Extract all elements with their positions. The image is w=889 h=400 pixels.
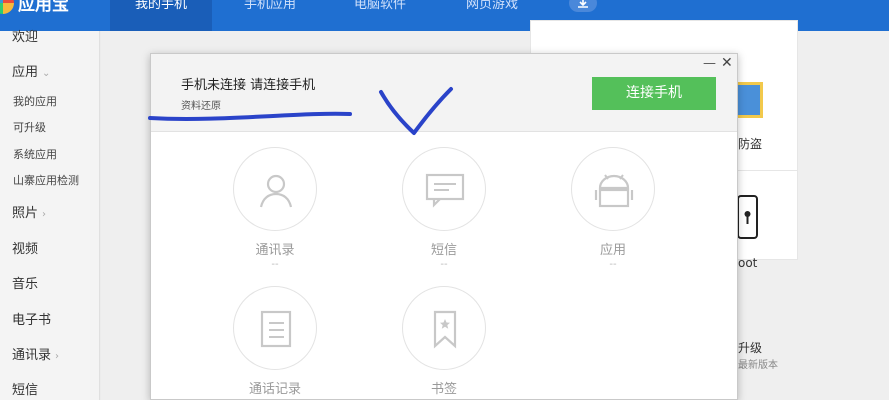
feature-circle <box>233 147 317 231</box>
connect-phone-dialog: 手机未连接 请连接手机 资料还原 连接手机 — ✕ 通讯录 -- 短信 -- 应… <box>150 53 738 400</box>
feature-circle <box>402 147 486 231</box>
feature-count: -- <box>271 259 279 270</box>
chevron-right-icon: › <box>55 351 60 362</box>
connect-phone-button[interactable]: 连接手机 <box>592 77 716 110</box>
sidebar-item-fake-app-check[interactable]: 山寨应用检测 <box>13 172 79 188</box>
chevron-down-icon: ⌄ <box>42 68 51 79</box>
card-divider <box>738 170 798 171</box>
android-icon <box>594 174 634 208</box>
sidebar-item-label: 欢迎 <box>12 30 39 45</box>
feature-count: -- <box>609 259 617 270</box>
tab-pc-software[interactable]: 电脑软件 <box>340 0 420 31</box>
contact-icon <box>259 174 293 208</box>
latest-version-label: 最新版本 <box>738 360 778 371</box>
tab-phone-apps[interactable]: 手机应用 <box>230 0 310 31</box>
download-button[interactable] <box>569 0 597 12</box>
root-app-icon[interactable] <box>737 195 758 239</box>
sidebar-item-label: 短信 <box>12 383 39 398</box>
sidebar: 欢迎 应用 ⌄ 我的应用 可升级 系统应用 山寨应用检测 照片 › 视频 音乐 电子… <box>0 30 100 400</box>
sidebar-item-sms[interactable]: 短信 <box>12 379 38 398</box>
bookmark-icon <box>433 310 457 349</box>
call-log-icon <box>260 310 292 348</box>
sidebar-item-system-apps[interactable]: 系统应用 <box>13 146 57 162</box>
message-icon <box>425 173 465 208</box>
feature-label: 通讯录 <box>255 243 295 258</box>
feature-circle <box>571 147 655 231</box>
sidebar-item-label: 通讯录 <box>12 348 52 363</box>
feature-circle <box>233 286 317 370</box>
sidebar-item-label: 视频 <box>12 242 39 257</box>
feature-contacts[interactable]: 通讯录 -- <box>225 147 325 270</box>
dialog-header: 手机未连接 请连接手机 资料还原 连接手机 — ✕ <box>151 54 737 132</box>
sidebar-item-label: 音乐 <box>12 277 39 292</box>
upgrade-label: 升级 <box>738 341 763 355</box>
feature-apps[interactable]: 应用 -- <box>563 147 663 270</box>
sidebar-item-my-apps[interactable]: 我的应用 <box>13 93 57 109</box>
feature-bookmarks[interactable]: 书签 <box>394 286 494 397</box>
download-icon <box>578 0 588 8</box>
sidebar-item-photos[interactable]: 照片 › <box>12 202 46 221</box>
sidebar-item-upgradable[interactable]: 可升级 <box>13 119 46 135</box>
feature-label: 应用 <box>599 243 626 258</box>
antitheft-label: 防盗 <box>738 137 763 151</box>
dialog-subtitle: 资料还原 <box>181 101 221 112</box>
feature-call-log[interactable]: 通话记录 <box>225 286 325 397</box>
tab-my-phone[interactable]: 我的手机 <box>110 0 212 31</box>
sidebar-item-videos[interactable]: 视频 <box>12 238 38 257</box>
sidebar-item-welcome[interactable]: 欢迎 <box>12 26 38 45</box>
sidebar-item-label: 电子书 <box>12 313 52 328</box>
feature-label: 通话记录 <box>248 382 301 397</box>
sidebar-item-label: 照片 <box>12 206 39 221</box>
feature-circle <box>402 286 486 370</box>
dialog-title: 手机未连接 请连接手机 <box>181 78 316 93</box>
feature-label: 短信 <box>430 243 457 258</box>
sidebar-item-apps[interactable]: 应用 ⌄ <box>12 61 50 80</box>
sidebar-item-contacts[interactable]: 通讯录 › <box>12 344 59 363</box>
key-icon <box>744 211 751 224</box>
close-button[interactable]: ✕ <box>721 55 733 71</box>
logo-icon <box>0 0 14 14</box>
sidebar-item-ebooks[interactable]: 电子书 <box>12 309 51 328</box>
sidebar-item-music[interactable]: 音乐 <box>12 273 38 292</box>
app-name: 应用宝 <box>18 0 69 15</box>
feature-label: 书签 <box>430 382 457 397</box>
root-label: oot <box>738 256 758 270</box>
feature-sms[interactable]: 短信 -- <box>394 147 494 270</box>
feature-count: -- <box>440 259 448 270</box>
sidebar-item-label: 应用 <box>12 65 39 80</box>
tab-web-games[interactable]: 网页游戏 <box>452 0 532 31</box>
minimize-button[interactable]: — <box>703 56 716 71</box>
chevron-right-icon: › <box>42 209 47 220</box>
